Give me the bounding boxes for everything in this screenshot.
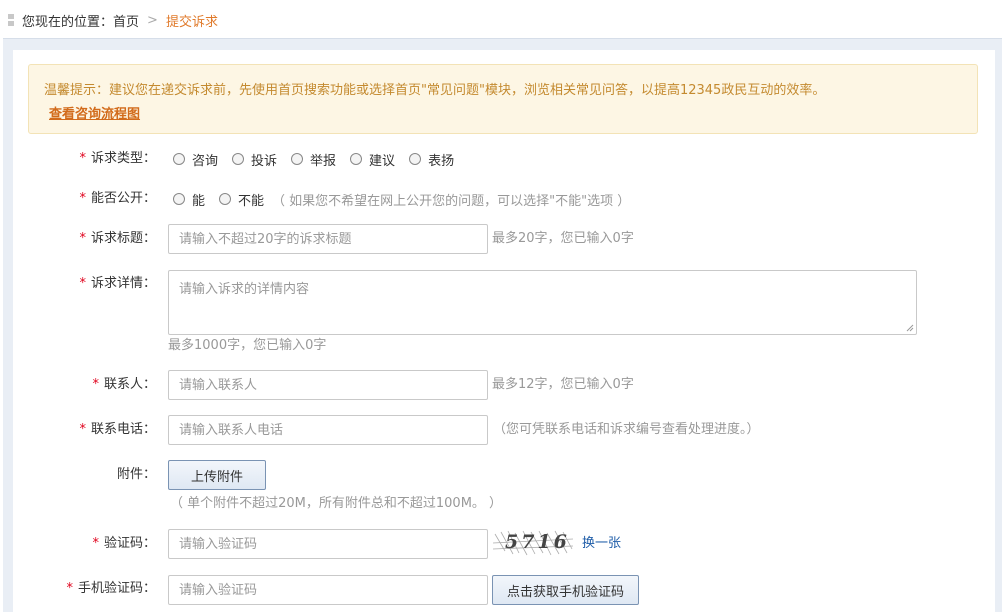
attachment-label-text: 附件： <box>116 467 156 482</box>
radio-circle-icon[interactable] <box>173 153 185 165</box>
type-radio-praise[interactable]: 表扬 <box>409 150 454 169</box>
radio-circle-icon[interactable] <box>232 153 245 165</box>
captcha-label: * 验证码： <box>92 534 156 554</box>
required-mark: * <box>66 581 73 596</box>
captcha-image[interactable]: 5716 <box>493 529 573 557</box>
detail-textarea[interactable] <box>168 270 917 335</box>
required-mark: * <box>92 377 99 392</box>
type-radio-suggest[interactable]: 建议 <box>350 150 395 169</box>
sms-code-input[interactable] <box>168 575 488 605</box>
public-radio-yes[interactable]: 能 <box>173 190 205 209</box>
breadcrumb-marker-icon <box>8 14 14 26</box>
breadcrumb-home-link[interactable]: 首页 <box>113 11 139 30</box>
detail-label: * 诉求详情： <box>79 274 156 294</box>
required-mark: * <box>92 536 99 551</box>
type-label-text: 诉求类型： <box>90 151 156 166</box>
contact-hint: 最多12字，您已输入0字 <box>492 377 634 392</box>
upload-attachment-button[interactable]: 上传附件 <box>168 460 266 490</box>
captcha-code: 5716 <box>505 531 570 553</box>
required-mark: * <box>79 231 86 246</box>
resize-grip-icon[interactable] <box>905 323 914 332</box>
breadcrumb: 您现在的位置： 首页 > 提交诉求 <box>8 11 218 30</box>
required-mark: * <box>79 422 86 437</box>
radio-circle-icon[interactable] <box>291 153 304 165</box>
radio-circle-icon[interactable] <box>219 193 232 205</box>
title-label-text: 诉求标题： <box>90 231 156 246</box>
notice-text: 温馨提示：建议您在递交诉求前，先使用首页搜索功能或选择首页"常见问题"模块，浏览… <box>44 83 826 98</box>
public-radio-group: 能 不能 （ 如果您不希望在网上公开您的问题，可以选择"不能"选项 ） <box>173 189 630 209</box>
type-radio-group: 咨询 投诉 举报 建议 表扬 <box>173 149 468 169</box>
captcha-input[interactable] <box>168 529 488 559</box>
captcha-refresh-link[interactable]: 换一张 <box>582 534 621 554</box>
contact-label: * 联系人： <box>92 375 156 395</box>
captcha-label-text: 验证码： <box>103 536 156 551</box>
contact-label-text: 联系人： <box>103 377 156 392</box>
title-hint: 最多20字，您已输入0字 <box>492 231 634 246</box>
public-label-text: 能否公开： <box>90 191 156 206</box>
public-radio-no[interactable]: 不能 <box>219 190 264 209</box>
type-radio-report[interactable]: 举报 <box>291 150 336 169</box>
required-mark: * <box>79 191 86 206</box>
phone-label-text: 联系电话： <box>90 422 156 437</box>
attachment-label: 附件： <box>117 465 156 485</box>
detail-hint: 最多1000字，您已输入0字 <box>168 338 327 353</box>
radio-circle-icon[interactable] <box>173 193 185 205</box>
flowchart-link[interactable]: 查看咨询流程图 <box>49 103 140 122</box>
radio-circle-icon[interactable] <box>409 153 422 165</box>
required-mark: * <box>79 276 86 291</box>
sms-label-text: 手机验证码： <box>77 581 156 596</box>
notice-box: 温馨提示：建议您在递交诉求前，先使用首页搜索功能或选择首页"常见问题"模块，浏览… <box>28 64 978 134</box>
breadcrumb-separator: > <box>147 12 158 28</box>
sms-label: * 手机验证码： <box>66 579 156 599</box>
detail-label-text: 诉求详情： <box>90 276 156 291</box>
contact-input[interactable] <box>168 370 488 400</box>
type-radio-complaint[interactable]: 投诉 <box>232 150 277 169</box>
get-sms-code-button[interactable]: 点击获取手机验证码 <box>492 575 639 605</box>
title-input[interactable] <box>168 224 488 254</box>
phone-input[interactable] <box>168 415 488 445</box>
required-mark: * <box>79 151 86 166</box>
attachment-hint: （ 单个附件不超过20M，所有附件总和不超过100M。 ） <box>170 496 503 511</box>
type-radio-consult[interactable]: 咨询 <box>173 150 218 169</box>
public-label: * 能否公开： <box>79 189 156 209</box>
phone-label: * 联系电话： <box>79 420 156 440</box>
public-hint: （ 如果您不希望在网上公开您的问题，可以选择"不能"选项 ） <box>272 193 631 209</box>
radio-circle-icon[interactable] <box>350 153 363 165</box>
breadcrumb-current: 提交诉求 <box>165 14 218 30</box>
title-label: * 诉求标题： <box>79 229 156 249</box>
breadcrumb-prefix: 您现在的位置： <box>22 14 114 30</box>
phone-hint: （您可凭联系电话和诉求编号查看处理进度。） <box>493 422 760 437</box>
type-label: * 诉求类型： <box>79 149 156 169</box>
